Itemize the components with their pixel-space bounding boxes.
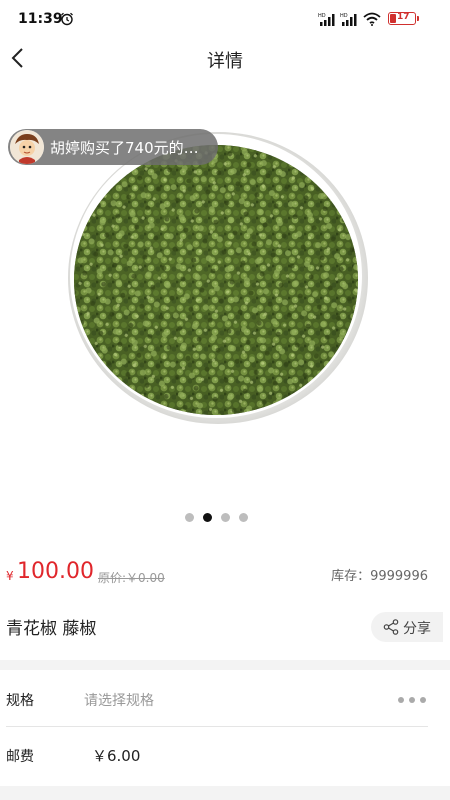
product-name-row: 青花椒 藤椒 分享 xyxy=(0,606,450,650)
nav-bar: 详情 xyxy=(0,36,450,80)
carousel-dot-active[interactable] xyxy=(203,513,212,522)
more-dots-icon[interactable] xyxy=(398,697,426,703)
carousel-dot[interactable] xyxy=(221,513,230,522)
purchase-notification: 胡婷购买了740元的… xyxy=(8,129,218,165)
battery-level: 17 xyxy=(397,12,410,22)
shipping-fee: ￥6.00 xyxy=(92,747,141,765)
share-button[interactable]: 分享 xyxy=(371,612,443,642)
svg-text:HD: HD xyxy=(340,13,348,19)
section-divider xyxy=(0,660,450,670)
stock-count: 库存：9999996 xyxy=(331,569,428,584)
carousel-dot[interactable] xyxy=(239,513,248,522)
original-price: 原价:￥0.00 xyxy=(98,571,165,585)
product-name: 青花椒 藤椒 xyxy=(6,619,97,639)
status-bar: 11:39 HD HD 17 xyxy=(0,0,450,36)
shipping-label: 邮费 xyxy=(6,749,34,765)
share-label: 分享 xyxy=(403,621,431,637)
share-icon xyxy=(383,619,399,635)
spec-selector[interactable]: 规格 请选择规格 xyxy=(0,672,450,726)
carousel-indicator xyxy=(0,513,450,525)
page-title: 详情 xyxy=(207,51,243,72)
section-divider xyxy=(0,786,450,800)
purchase-notification-text: 胡婷购买了740元的… xyxy=(50,139,199,157)
wifi-icon xyxy=(363,12,381,26)
alarm-icon xyxy=(61,12,73,26)
status-time: 11:39 xyxy=(18,11,63,27)
current-price: 100.00 xyxy=(17,559,94,584)
row-divider xyxy=(6,726,428,727)
battery-nub xyxy=(417,16,419,21)
spec-placeholder: 请选择规格 xyxy=(84,693,154,709)
currency-symbol: ¥ xyxy=(6,569,14,583)
svg-text:HD: HD xyxy=(318,13,326,19)
battery-fill xyxy=(390,14,396,23)
price-section: ¥ 100.00 原价:￥0.00 库存：9999996 xyxy=(0,556,450,596)
carousel-dot[interactable] xyxy=(185,513,194,522)
avatar xyxy=(10,130,44,164)
shipping-row: 邮费 ￥6.00 xyxy=(0,728,450,782)
signal-hd-icon: HD xyxy=(340,13,357,26)
spec-label: 规格 xyxy=(6,693,34,709)
signal-hd-icon: HD xyxy=(318,13,335,26)
battery-icon: 17 xyxy=(388,12,416,25)
product-gallery[interactable]: 胡婷购买了740元的… xyxy=(0,80,450,540)
